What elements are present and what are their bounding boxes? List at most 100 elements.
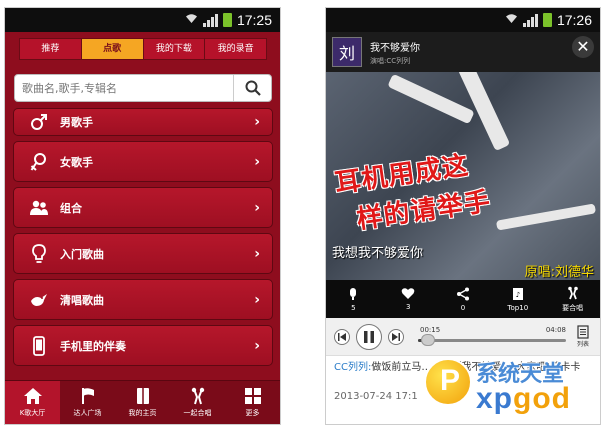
chorus-icon [191, 387, 204, 405]
home-icon [23, 388, 42, 404]
earphone-cable [387, 73, 475, 125]
tab-my-downloads[interactable]: 我的下载 [144, 39, 206, 59]
song-header: 刘 我不够爱你 演唱:CC列列 ✕ [326, 32, 600, 72]
menu-item-label: 女歌手 [60, 155, 93, 169]
male-icon [28, 111, 50, 133]
chevron-right-icon: › [254, 199, 260, 216]
action-chorus[interactable]: 要合唱 [545, 280, 600, 318]
lyric-line: 我想我不够爱你 [332, 246, 424, 261]
site-watermark: P 系统天堂 xpgod [424, 352, 604, 431]
playlist-label: 列表 [576, 341, 589, 348]
status-time: 17:26 [556, 12, 592, 28]
action-label: 要合唱 [562, 303, 584, 312]
close-button[interactable]: ✕ [572, 36, 594, 58]
action-mic[interactable]: 5 [326, 280, 381, 318]
action-label: Top10 [507, 303, 529, 312]
left-phone-screen: 17:25 推荐 点歌 我的下载 我的录音 男歌手 › 女歌手 [4, 7, 281, 425]
comment-time: 2013-07-24 17:1 [334, 391, 418, 402]
song-singer: 演唱:CC列列 [370, 56, 411, 65]
chevron-right-icon: › [254, 153, 260, 170]
book-icon [136, 388, 149, 404]
progress-thumb[interactable] [421, 333, 436, 346]
search-icon [245, 80, 261, 96]
song-title: 我不够爱你 [370, 42, 420, 54]
progress-track[interactable] [418, 338, 566, 342]
playlist-button[interactable]: 列表 [572, 325, 594, 348]
total-time: 04:08 [545, 325, 566, 334]
nav-label: 一起合唱 [183, 409, 212, 417]
nav-sing-together[interactable]: 一起合唱 [170, 381, 225, 424]
song-cover[interactable]: 刘 [332, 37, 362, 67]
wifi-icon [185, 13, 198, 27]
action-share[interactable]: 0 [436, 280, 491, 318]
menu-item-male-singers[interactable]: 男歌手 › [13, 108, 273, 136]
tab-recommend[interactable]: 推荐 [20, 39, 82, 59]
battery-icon [222, 13, 232, 27]
chevron-right-icon: › [254, 291, 260, 308]
menu-item-beginner-songs[interactable]: 入门歌曲 › [13, 233, 273, 274]
playback-controls: 00:15 04:08 列表 [326, 318, 600, 356]
top10-icon: ♪ [512, 287, 523, 300]
share-icon [456, 287, 469, 300]
female-icon [28, 151, 50, 173]
top-tabs: 推荐 点歌 我的下载 我的录音 [19, 38, 267, 60]
previous-button[interactable] [334, 328, 350, 345]
video-player[interactable]: 耳机用成这 样的请举手 我想我不够爱你 原唱:刘德华 [326, 72, 600, 280]
pause-icon [364, 330, 374, 343]
nav-label: 我的主页 [128, 409, 157, 417]
original-singer: 原唱:刘德华 [524, 265, 594, 280]
search-bar [14, 74, 272, 102]
menu-item-phone-accompaniment[interactable]: 手机里的伴奏 › [13, 325, 273, 366]
close-icon: ✕ [576, 37, 590, 56]
pause-button[interactable] [356, 323, 382, 350]
menu-item-label: 组合 [60, 201, 82, 215]
menu-item-groups[interactable]: 组合 › [13, 187, 273, 228]
chevron-right-icon: › [254, 245, 260, 262]
watermark-english-text: xpgod [476, 382, 571, 416]
action-top10[interactable]: ♪ Top10 [490, 280, 545, 318]
grid-icon [244, 388, 261, 404]
nav-more[interactable]: 更多 [225, 381, 280, 424]
bottom-nav: K歌大厅 达人广场 我的主页 一起合唱 更多 [5, 380, 280, 424]
menu-item-label: 清唱歌曲 [60, 293, 104, 307]
heart-icon [401, 288, 415, 299]
signal-icon [202, 13, 218, 27]
action-count: 5 [351, 303, 356, 312]
menu-item-acappella-songs[interactable]: 清唱歌曲 › [13, 279, 273, 320]
chevron-right-icon: › [254, 337, 260, 354]
signal-icon [522, 13, 538, 27]
next-icon [392, 332, 400, 341]
chorus-icon [567, 286, 578, 299]
search-button[interactable] [233, 75, 271, 101]
nav-label: 达人广场 [73, 409, 102, 417]
nav-label: 更多 [245, 409, 260, 417]
progress-bar[interactable]: 00:15 04:08 [418, 322, 566, 352]
wifi-icon [505, 13, 518, 27]
action-like[interactable]: 3 [381, 280, 436, 318]
next-button[interactable] [388, 328, 404, 345]
action-bar: 5 3 0 ♪ Top10 要合唱 [326, 280, 600, 318]
mic-icon [350, 287, 357, 300]
watermark-en-part-b: god [513, 382, 571, 415]
tab-my-recordings[interactable]: 我的录音 [205, 39, 266, 59]
menu-item-label: 手机里的伴奏 [60, 339, 126, 353]
watermark-logo: P [424, 358, 472, 406]
earphone-cable [495, 203, 597, 231]
nav-talent-square[interactable]: 达人广场 [60, 381, 115, 424]
nav-k-song-hall[interactable]: K歌大厅 [5, 381, 60, 424]
phone-icon [28, 335, 50, 357]
previous-icon [338, 332, 346, 341]
category-menu: 男歌手 › 女歌手 › 组合 › 入门歌曲 › 清唱歌曲 › 手机里的伴奏 › [13, 108, 273, 371]
song-info: 我不够爱你 演唱:CC列列 [370, 39, 420, 66]
menu-item-female-singers[interactable]: 女歌手 › [13, 141, 273, 182]
tab-song-request[interactable]: 点歌 [81, 39, 144, 59]
nav-my-homepage[interactable]: 我的主页 [115, 381, 170, 424]
battery-icon [542, 13, 552, 27]
search-input[interactable] [15, 76, 233, 100]
status-bar: 17:25 [5, 8, 280, 32]
watermark-en-part-a: xp [476, 382, 514, 415]
group-icon [28, 197, 50, 219]
comment-user[interactable]: CC列列: [334, 362, 371, 373]
bird-icon [28, 289, 50, 311]
status-bar: 17:26 [326, 8, 600, 32]
